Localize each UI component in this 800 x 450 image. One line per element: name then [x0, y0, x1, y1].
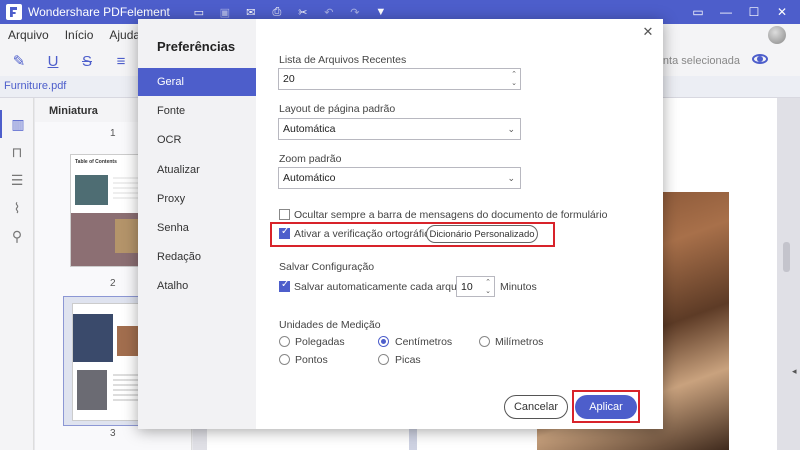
- close-icon[interactable]: ✕: [641, 25, 655, 39]
- spell-check-checkbox[interactable]: [279, 226, 290, 239]
- chevron-down-icon: ⌄: [507, 124, 515, 134]
- radio-milimetros[interactable]: [479, 336, 490, 347]
- radio-centimetros[interactable]: [378, 336, 389, 347]
- menu-arquivo[interactable]: Arquivo: [0, 28, 57, 42]
- highlight-pen-icon[interactable]: ✎: [4, 49, 34, 73]
- underline-icon[interactable]: U: [38, 49, 68, 73]
- page-number: 3: [110, 428, 116, 439]
- page-layout-value: Automática: [283, 123, 336, 135]
- custom-dictionary-button[interactable]: Dicionário Personalizado: [426, 225, 538, 243]
- avatar[interactable]: [768, 26, 786, 44]
- bookmark-icon[interactable]: ⊓: [0, 138, 34, 166]
- dialog-title: Preferências: [157, 39, 236, 54]
- recent-files-value: 20: [283, 73, 295, 85]
- menu-inicio[interactable]: Início: [57, 28, 102, 42]
- preferences-dialog: Preferências Geral Fonte OCR Atualizar P…: [138, 19, 663, 429]
- maximize-icon[interactable]: ☐: [742, 5, 766, 19]
- hide-form-bar-label: Ocultar sempre a barra de mensagens do d…: [294, 209, 608, 221]
- eye-icon[interactable]: [752, 54, 768, 64]
- minimize-icon[interactable]: —: [714, 5, 738, 19]
- radio-polegadas[interactable]: [279, 336, 290, 347]
- chevron-down-icon: ⌄: [507, 173, 515, 183]
- autosave-checkbox[interactable]: [279, 279, 290, 292]
- minutes-label: Minutos: [500, 281, 537, 293]
- radio-picas-label: Picas: [395, 354, 421, 366]
- file-tab[interactable]: Furniture.pdf: [4, 80, 66, 92]
- page-number: 1: [110, 128, 116, 139]
- nav-redacao[interactable]: Redação: [138, 243, 256, 271]
- radio-centimetros-label: Centímetros: [395, 336, 453, 348]
- vertical-scrollbar[interactable]: [783, 242, 790, 272]
- page-layout-label: Layout de página padrão: [279, 103, 396, 115]
- app-logo-icon: [6, 4, 22, 20]
- attachment-icon[interactable]: ⌇: [0, 194, 34, 222]
- cancel-button[interactable]: Cancelar: [504, 395, 568, 419]
- radio-picas[interactable]: [378, 354, 389, 365]
- radio-milimetros-label: Milímetros: [495, 336, 544, 348]
- nav-geral[interactable]: Geral: [138, 68, 256, 96]
- ribbon-toggle-icon[interactable]: ▭: [686, 5, 710, 19]
- radio-pontos-label: Pontos: [295, 354, 328, 366]
- thumbnail-image: [75, 175, 108, 205]
- units-label: Unidades de Medição: [279, 319, 381, 331]
- apply-button[interactable]: Aplicar: [575, 395, 637, 419]
- autosave-minutes-value: 10: [461, 280, 473, 293]
- spinner-arrows-icon[interactable]: ⌃ ⌄: [484, 278, 492, 295]
- comment-icon[interactable]: ☰: [0, 166, 34, 194]
- zoom-value: Automático: [283, 172, 336, 184]
- recent-files-stepper[interactable]: 20 ⌃ ⌄: [278, 68, 521, 90]
- app-title: Wondershare PDFelement: [28, 5, 170, 19]
- page-layout-select[interactable]: Automática ⌄: [278, 118, 521, 140]
- nav-atalho[interactable]: Atalho: [138, 272, 256, 300]
- page-number: 2: [110, 278, 116, 289]
- menu-lines-icon[interactable]: ≡: [106, 49, 136, 73]
- zoom-select[interactable]: Automático ⌄: [278, 167, 521, 189]
- preferences-nav: Preferências Geral Fonte OCR Atualizar P…: [138, 19, 256, 429]
- search-icon[interactable]: ⚲: [0, 222, 34, 250]
- recent-files-label: Lista de Arquivos Recentes: [279, 54, 407, 66]
- autosave-label: Salvar automaticamente cada arquivo: [294, 281, 471, 293]
- window-close-icon[interactable]: ✕: [770, 5, 794, 19]
- radio-polegadas-label: Polegadas: [295, 336, 345, 348]
- thumbnail-image: [73, 314, 113, 362]
- left-icon-strip: ▥ ⊓ ☰ ⌇ ⚲: [0, 98, 34, 450]
- radio-pontos[interactable]: [279, 354, 290, 365]
- hide-form-bar-checkbox[interactable]: [279, 209, 290, 220]
- nav-atualizar[interactable]: Atualizar: [138, 156, 256, 184]
- nav-proxy[interactable]: Proxy: [138, 185, 256, 213]
- zoom-label: Zoom padrão: [279, 153, 342, 165]
- nav-fonte[interactable]: Fonte: [138, 97, 256, 125]
- spinner-arrows-icon[interactable]: ⌃ ⌄: [510, 70, 518, 88]
- strikethrough-icon[interactable]: S: [72, 49, 102, 73]
- nav-ocr[interactable]: OCR: [138, 126, 256, 154]
- save-config-label: Salvar Configuração: [279, 261, 375, 273]
- thumbnails-icon[interactable]: ▥: [0, 110, 34, 138]
- panel-expand-icon[interactable]: ◂: [792, 366, 800, 378]
- spell-check-label: Ativar a verificação ortográfica: [294, 228, 436, 240]
- thumbnail-title: Table of Contents: [75, 159, 117, 165]
- window-controls: ▭ — ☐ ✕: [686, 5, 794, 19]
- thumbnail-image: [77, 370, 107, 410]
- autosave-minutes-stepper[interactable]: 10 ⌃ ⌄: [456, 276, 495, 297]
- nav-senha[interactable]: Senha: [138, 214, 256, 242]
